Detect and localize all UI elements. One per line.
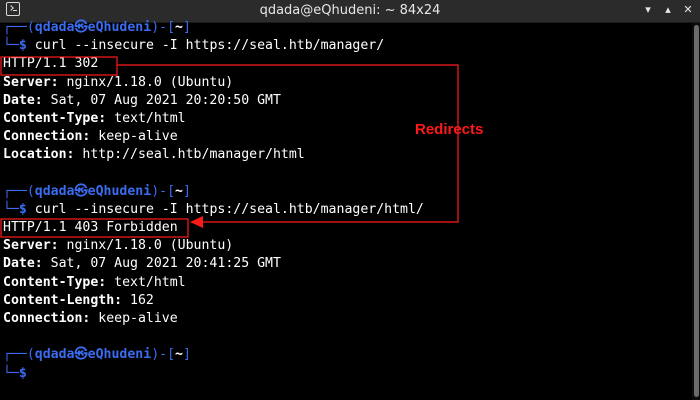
header-value: nginx/1.18.0 (Ubuntu) xyxy=(58,238,234,254)
prompt-at: ㉿ xyxy=(74,347,88,363)
header-line: Date: Sat, 07 Aug 2021 20:41:25 GMT xyxy=(3,255,690,273)
prompt-frame: ] xyxy=(182,183,191,199)
header-key: Content-Length: xyxy=(3,292,123,308)
header-line: Server: nginx/1.18.0 (Ubuntu) xyxy=(3,74,690,92)
prompt-corner: └─ xyxy=(3,365,19,381)
prompt-user: qdada xyxy=(34,183,75,199)
header-line: Location: http://seal.htb/manager/html xyxy=(3,146,690,164)
prompt-frame: )-[ xyxy=(151,20,176,35)
prompt-line: ┌──(qdada㉿eQhudeni)-[~] xyxy=(3,19,690,37)
prompt-frame: )-[ xyxy=(151,183,176,199)
prompt-at: ㉿ xyxy=(74,20,88,35)
prompt-at: ㉿ xyxy=(74,183,88,199)
header-value: Sat, 07 Aug 2021 20:20:50 GMT xyxy=(42,92,281,108)
prompt-symbol: $ xyxy=(18,201,27,217)
header-value: Sat, 07 Aug 2021 20:41:25 GMT xyxy=(42,256,281,272)
prompt-corner: └─ xyxy=(3,201,19,217)
header-key: Connection: xyxy=(3,311,91,326)
window-title: qdada@eQhudeni: ~ 84x24 xyxy=(259,3,441,18)
prompt-symbol: $ xyxy=(18,38,27,54)
prompt-dir: ~ xyxy=(175,183,183,199)
header-key: Server: xyxy=(3,238,59,254)
header-value: keep-alive xyxy=(90,311,178,326)
header-key: Date: xyxy=(3,92,43,108)
terminal-window: qdada@eQhudeni: ~ 84x24 ▾ ▴ ✕ ┌──(qdada㉿… xyxy=(0,0,700,400)
prompt-line: ┌──(qdada㉿eQhudeni)-[~] xyxy=(3,346,690,364)
status-text: HTTP/1.1 302 xyxy=(3,56,99,72)
command-line[interactable]: └─$ xyxy=(3,365,690,383)
header-value: http://seal.htb/manager/html xyxy=(74,147,305,163)
header-line: Content-Length: 162 xyxy=(3,292,690,310)
prompt-frame: ┌──( xyxy=(3,347,35,363)
header-value: text/html xyxy=(106,110,186,126)
header-key: Connection: xyxy=(3,129,91,145)
command-line: └─$ curl --insecure -I https://seal.htb/… xyxy=(3,201,690,219)
prompt-frame: ┌──( xyxy=(3,20,35,35)
prompt-frame: )-[ xyxy=(151,347,176,363)
header-key: Date: xyxy=(3,256,43,272)
header-key: Location: xyxy=(3,147,75,163)
prompt-user: qdada xyxy=(34,347,75,363)
header-line: Server: nginx/1.18.0 (Ubuntu) xyxy=(3,237,690,255)
terminal-output[interactable]: ┌──(qdada㉿eQhudeni)-[~] └─$ curl --insec… xyxy=(3,19,690,383)
prompt-user: qdada xyxy=(34,20,75,35)
command-text: curl --insecure -I https://seal.htb/mana… xyxy=(34,38,385,54)
header-value: keep-alive xyxy=(90,129,178,145)
prompt-dir: ~ xyxy=(175,347,183,363)
close-icon[interactable]: ✕ xyxy=(681,3,695,17)
header-value: text/html xyxy=(106,274,186,290)
prompt-dir: ~ xyxy=(175,20,183,35)
prompt-host: eQhudeni xyxy=(87,20,152,35)
header-line: Connection: keep-alive xyxy=(3,310,690,328)
command-text: curl --insecure -I https://seal.htb/mana… xyxy=(34,201,424,217)
header-key: Content-Type: xyxy=(3,110,107,126)
prompt-host: eQhudeni xyxy=(87,183,152,199)
header-key: Content-Type: xyxy=(3,274,107,290)
header-line: Connection: keep-alive xyxy=(3,128,690,146)
maximize-icon[interactable]: ▴ xyxy=(661,3,675,17)
header-line: Date: Sat, 07 Aug 2021 20:20:50 GMT xyxy=(3,92,690,110)
prompt-line: ┌──(qdada㉿eQhudeni)-[~] xyxy=(3,183,690,201)
prompt-frame: ] xyxy=(182,347,191,363)
annotation-label: Redirects xyxy=(415,121,484,138)
command-line: └─$ curl --insecure -I https://seal.htb/… xyxy=(3,37,690,55)
header-value: nginx/1.18.0 (Ubuntu) xyxy=(58,74,234,90)
prompt-host: eQhudeni xyxy=(87,347,152,363)
prompt-frame: ] xyxy=(182,20,191,35)
header-key: Server: xyxy=(3,74,59,90)
header-line: Content-Type: text/html xyxy=(3,110,690,128)
prompt-corner: └─ xyxy=(3,38,19,54)
status-line: HTTP/1.1 302 xyxy=(3,55,690,73)
prompt-symbol: $ xyxy=(18,365,27,381)
status-line: HTTP/1.1 403 Forbidden xyxy=(3,219,690,237)
header-value: 162 xyxy=(122,292,154,308)
header-line: Content-Type: text/html xyxy=(3,274,690,292)
minimize-icon[interactable]: ▾ xyxy=(641,3,655,17)
prompt-frame: ┌──( xyxy=(3,183,35,199)
scrollbar-thumb[interactable] xyxy=(694,25,699,397)
status-text: HTTP/1.1 403 Forbidden xyxy=(3,220,178,236)
